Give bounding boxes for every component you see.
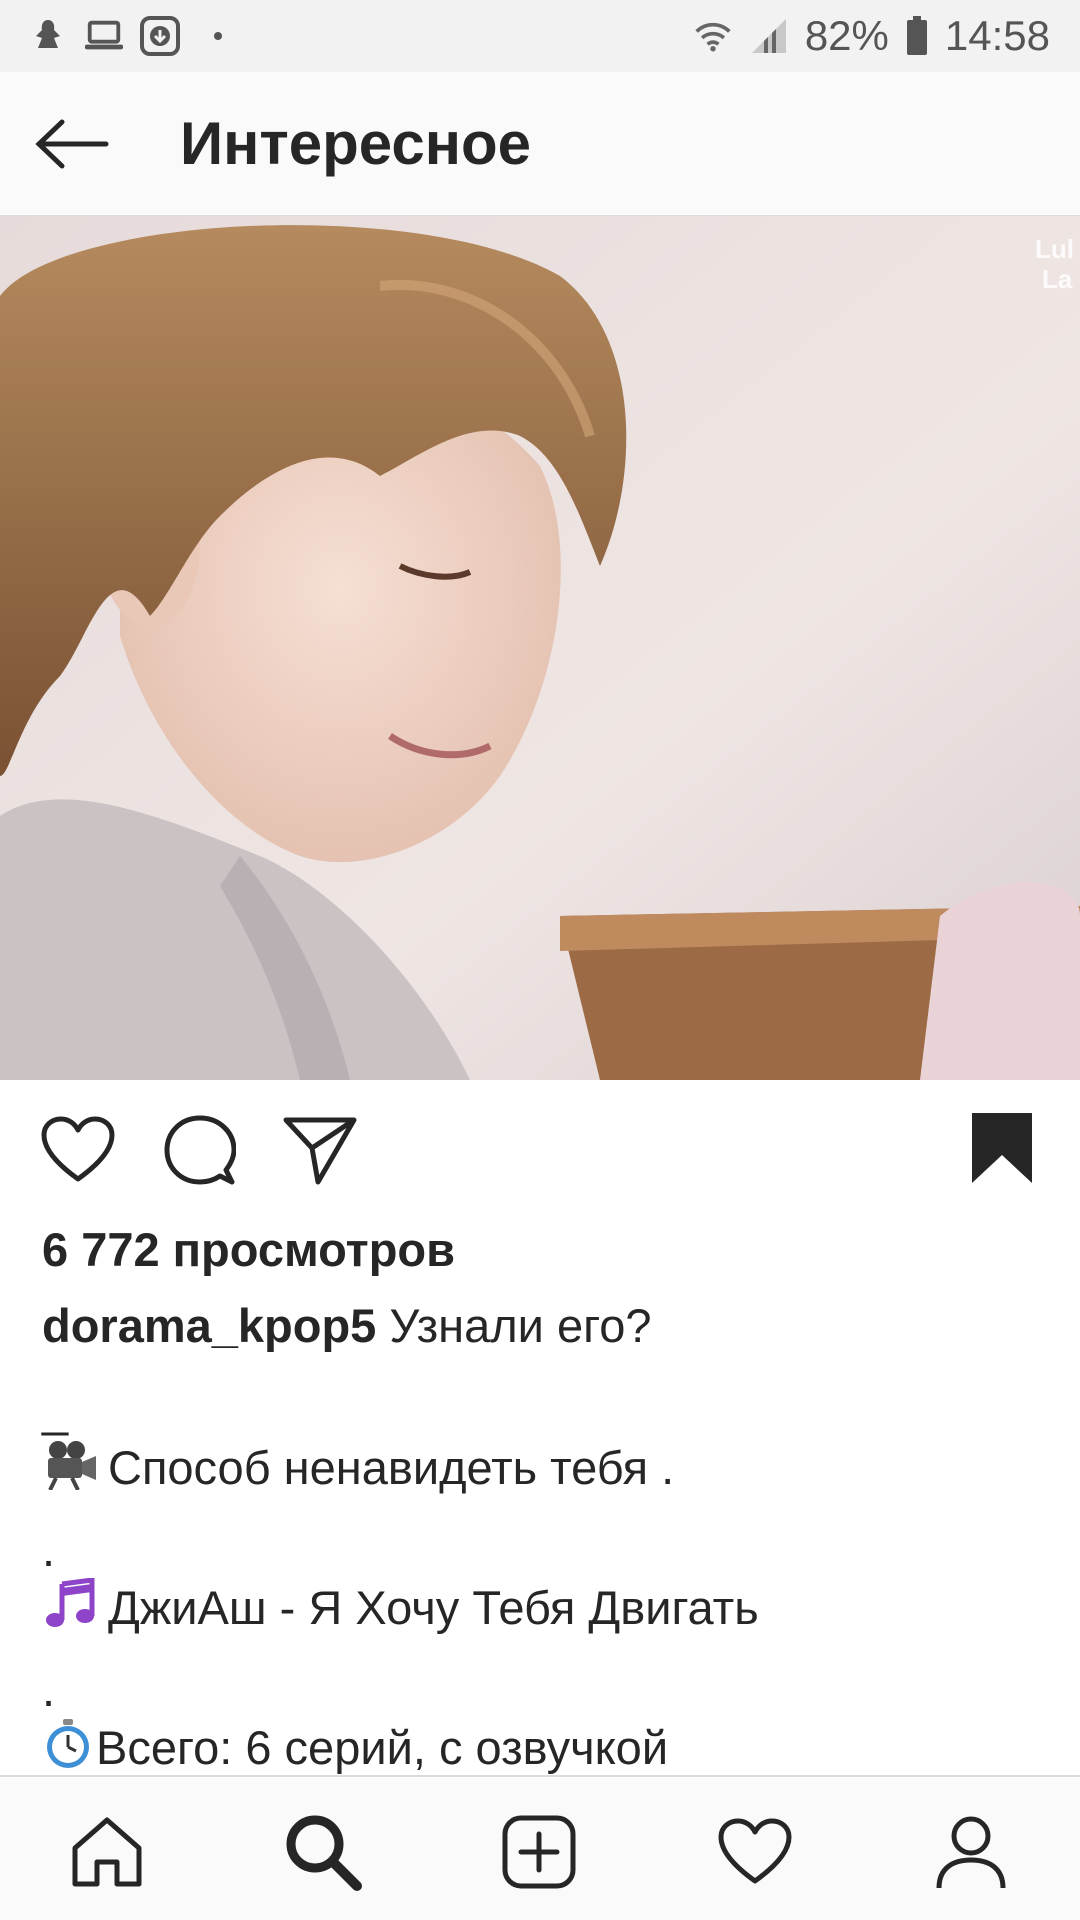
- notification-icon: [28, 16, 68, 56]
- back-button[interactable]: [0, 72, 144, 216]
- like-button[interactable]: [38, 1110, 118, 1190]
- add-post-icon: [502, 1815, 576, 1889]
- arrow-left-icon: [35, 119, 109, 168]
- stopwatch-icon: [42, 1718, 94, 1770]
- post-image: Lul La: [0, 216, 1080, 1080]
- status-bar: 82% 14:58: [0, 0, 1080, 72]
- caption-dash-line: _: [42, 1383, 69, 1436]
- music-note-icon: [42, 1577, 98, 1630]
- series-info: Всего: 6 серий, с озвучкой: [96, 1721, 669, 1774]
- status-right: 82% 14:58: [693, 12, 1050, 60]
- download-icon: [140, 16, 180, 56]
- comment-icon: [164, 1115, 236, 1185]
- caption-text: Узнали его?: [389, 1299, 652, 1352]
- caption-dot-1: .: [42, 1523, 56, 1576]
- search-icon: [286, 1815, 362, 1891]
- caption-dot-2: .: [42, 1663, 56, 1716]
- laptop-icon: [84, 16, 124, 56]
- post-media-video[interactable]: Lul La: [0, 216, 1080, 1080]
- caption-first-line: dorama_kpop5 Узнали его?: [42, 1298, 652, 1353]
- views-count[interactable]: 6 772 просмотров: [42, 1222, 455, 1277]
- nav-home[interactable]: [62, 1807, 152, 1897]
- nav-new-post[interactable]: [494, 1807, 584, 1897]
- status-left: [28, 16, 222, 56]
- nav-activity[interactable]: [710, 1807, 800, 1897]
- status-dot: [214, 32, 222, 40]
- nav-profile[interactable]: [926, 1807, 1016, 1897]
- bookmark-icon: [972, 1113, 1032, 1183]
- caption-series-line: Всего: 6 серий, с озвучкой: [42, 1718, 668, 1775]
- caption-title-line: Способ ненавидеть тебя .: [42, 1438, 674, 1495]
- caption-song-line: ДжиАш - Я Хочу Тебя Двигать: [42, 1577, 759, 1635]
- post-username[interactable]: dorama_kpop5: [42, 1299, 376, 1352]
- share-button[interactable]: [280, 1110, 360, 1190]
- post-action-bar: [0, 1080, 1080, 1212]
- wifi-icon: [693, 16, 733, 56]
- clock: 14:58: [944, 12, 1050, 59]
- page-title: Интересное: [180, 110, 531, 177]
- battery-icon: [905, 16, 929, 56]
- home-icon: [72, 1817, 142, 1887]
- activity-heart-icon: [718, 1818, 792, 1884]
- nav-search[interactable]: [278, 1807, 368, 1897]
- profile-icon: [936, 1816, 1006, 1889]
- film-camera-icon: [42, 1438, 98, 1491]
- song-title: ДжиАш - Я Хочу Тебя Двигать: [108, 1581, 759, 1634]
- heart-icon: [41, 1116, 115, 1182]
- signal-icon: [749, 16, 789, 56]
- bottom-navigation: [0, 1775, 1080, 1920]
- top-app-bar: Интересное: [0, 72, 1080, 216]
- drama-title: Способ ненавидеть тебя .: [108, 1441, 675, 1494]
- save-button[interactable]: [962, 1108, 1042, 1188]
- share-icon: [283, 1117, 357, 1185]
- battery-percent: 82%: [804, 12, 889, 59]
- comment-button[interactable]: [160, 1110, 240, 1190]
- watermark-line-2: La: [1042, 264, 1073, 294]
- watermark-line-1: Lul: [1035, 234, 1074, 264]
